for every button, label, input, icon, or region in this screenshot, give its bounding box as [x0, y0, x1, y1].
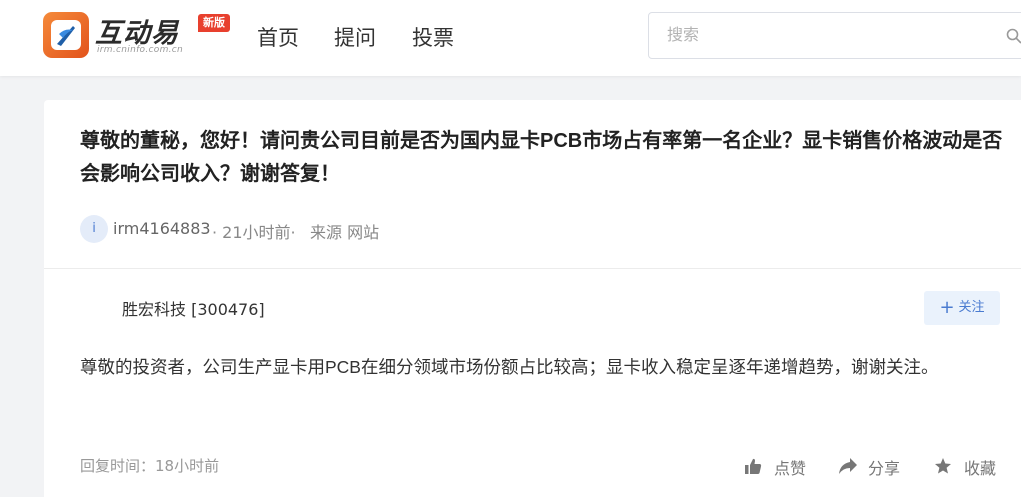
share-arrow-icon — [839, 458, 857, 474]
search-input[interactable] — [649, 13, 1021, 58]
answer-text: 尊敬的投资者，公司生产显卡用PCB在细分领域市场份额占比较高；显卡收入稳定呈逐年… — [80, 357, 939, 377]
logo-icon — [43, 12, 89, 58]
answer-company[interactable]: 胜宏科技 [300476] — [122, 296, 265, 320]
question-title[interactable]: 尊敬的董秘，您好！请问贵公司目前是否为国内显卡PCB市场占有率第一名企业？显卡销… — [80, 125, 1010, 191]
like-label: 点赞 — [774, 459, 807, 478]
plus-icon: + — [939, 297, 955, 318]
top-header: 互动易 irm.cninfo.com.cn 新版 首页 提问 投票 — [0, 0, 1021, 76]
nav-home[interactable]: 首页 — [257, 22, 299, 52]
share-label: 分享 — [868, 459, 901, 478]
new-version-badge: 新版 — [198, 14, 230, 32]
divider — [44, 268, 1021, 269]
follow-button[interactable]: + 关注 — [924, 291, 1000, 325]
follow-label: 关注 — [958, 300, 985, 315]
nav-ask[interactable]: 提问 — [334, 22, 376, 52]
search-box — [648, 12, 1021, 59]
question-source: 来源 网站 — [310, 223, 380, 242]
share-button[interactable]: 分享 — [838, 455, 908, 478]
question-user[interactable]: irm4164883 — [113, 219, 211, 238]
logo-subtext: irm.cninfo.com.cn — [97, 45, 184, 55]
search-icon[interactable] — [1006, 28, 1021, 44]
nav-vote[interactable]: 投票 — [412, 22, 454, 52]
like-button[interactable]: 点赞 — [744, 455, 814, 478]
question-time: · 21小时前· — [212, 223, 296, 242]
favorite-label: 收藏 — [964, 459, 997, 478]
question-card: 尊敬的董秘，您好！请问贵公司目前是否为国内显卡PCB市场占有率第一名企业？显卡销… — [44, 100, 1021, 497]
site-logo[interactable]: 互动易 irm.cninfo.com.cn 新版 — [43, 11, 243, 59]
avatar[interactable]: i — [80, 215, 108, 243]
thumbs-up-icon — [745, 458, 762, 474]
reply-time: 回复时间：18小时前 — [80, 457, 220, 475]
star-icon — [935, 458, 951, 474]
favorite-button[interactable]: 收藏 — [934, 455, 1004, 478]
